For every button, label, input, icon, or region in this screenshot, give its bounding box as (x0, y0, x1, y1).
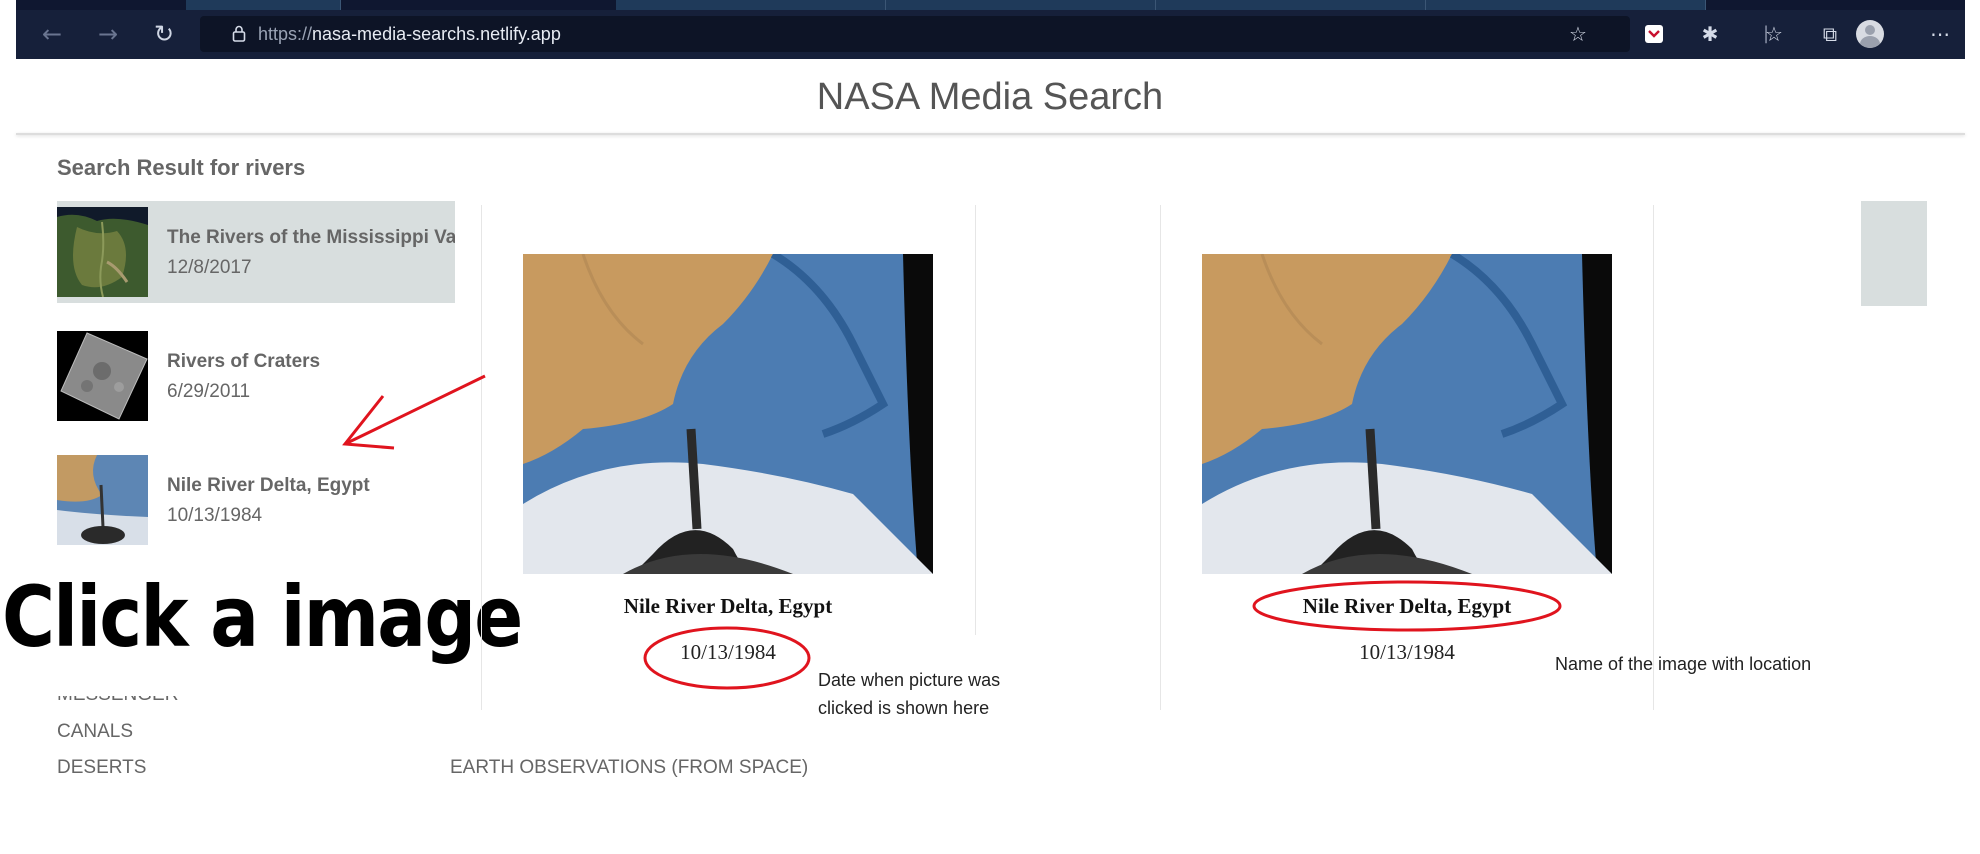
name-note: Name of the image with location (1555, 654, 1812, 674)
date-note-line: clicked is shown here (818, 698, 990, 718)
red-arrow-icon (344, 374, 486, 446)
date-note-line: Date when picture was (818, 670, 1001, 690)
date-note: Date when picture was clicked is shown h… (818, 666, 1000, 722)
date-highlight-circle (643, 626, 811, 690)
title-highlight-circle (1252, 580, 1562, 632)
annotation-layer (342, 374, 1562, 690)
